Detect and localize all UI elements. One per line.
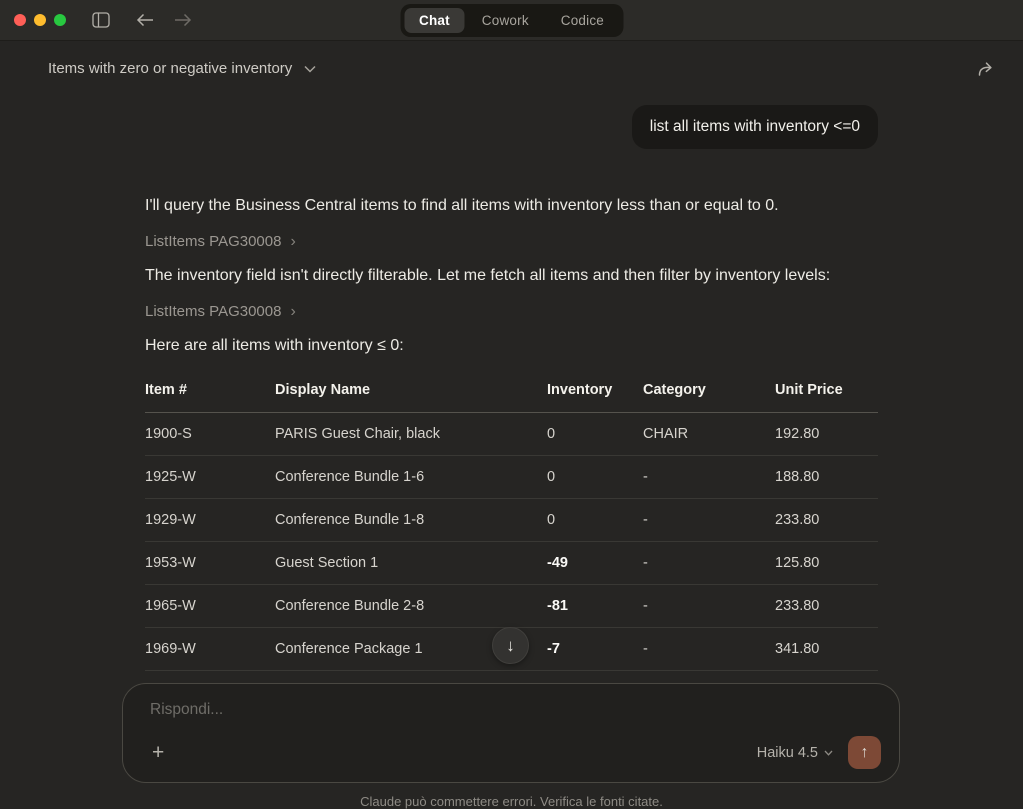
tab-cowork[interactable]: Cowork (467, 8, 544, 33)
col-header-unit-price: Unit Price (775, 382, 878, 413)
chat-header: Items with zero or negative inventory (0, 41, 1023, 96)
cell-price: 188.80 (775, 456, 878, 499)
cell-name: PARIS Guest Chair, black (275, 413, 547, 456)
col-header-inventory: Inventory (547, 382, 643, 413)
col-header-item: Item # (145, 382, 275, 413)
window-titlebar: Chat Cowork Codice (0, 0, 1023, 41)
model-selector[interactable]: Haiku 4.5 (757, 745, 833, 761)
chevron-down-icon (824, 750, 833, 756)
message-composer[interactable]: Rispondi... + Haiku 4.5 ↑ (122, 683, 900, 783)
send-button[interactable]: ↑ (848, 736, 881, 769)
attach-plus-button[interactable]: + (150, 741, 166, 765)
cell-category: - (643, 542, 775, 585)
cell-inventory: 0 (547, 499, 643, 542)
chevron-right-icon: › (290, 234, 295, 250)
cell-price: 125.80 (775, 542, 878, 585)
cell-category: - (643, 585, 775, 628)
minimize-button[interactable] (34, 14, 46, 26)
col-header-display-name: Display Name (275, 382, 547, 413)
cell-inventory-negative: -7 (547, 628, 643, 671)
assistant-paragraph: I'll query the Business Central items to… (145, 195, 878, 216)
cell-category: - (643, 628, 775, 671)
down-arrow-icon: ↓ (506, 636, 515, 656)
conversation-title-dropdown[interactable]: Items with zero or negative inventory (48, 60, 316, 77)
chevron-down-icon (304, 65, 316, 73)
traffic-lights (14, 14, 66, 26)
cell-price: 192.80 (775, 413, 878, 456)
cell-category: - (643, 499, 775, 542)
cell-item: 1929-W (145, 499, 275, 542)
assistant-paragraph: Here are all items with inventory ≤ 0: (145, 335, 878, 356)
cell-item: 1953-W (145, 542, 275, 585)
cell-name: Conference Bundle 1-8 (275, 499, 547, 542)
tool-call-listitems-1[interactable]: ListItems PAG30008 › (145, 233, 296, 250)
forward-arrow-icon[interactable] (173, 13, 192, 27)
cell-item: 1900-S (145, 413, 275, 456)
close-button[interactable] (14, 14, 26, 26)
cell-inventory-negative: -81 (547, 585, 643, 628)
tool-call-label: ListItems PAG30008 (145, 303, 281, 320)
cell-name: Conference Bundle 2-8 (275, 585, 547, 628)
conversation-title: Items with zero or negative inventory (48, 60, 292, 77)
tool-call-label: ListItems PAG30008 (145, 233, 281, 250)
back-arrow-icon[interactable] (136, 13, 155, 27)
cell-item: 1925-W (145, 456, 275, 499)
tab-codice[interactable]: Codice (546, 8, 619, 33)
model-name: Haiku 4.5 (757, 745, 818, 761)
cell-inventory: 0 (547, 413, 643, 456)
cell-price: 341.80 (775, 628, 878, 671)
chevron-right-icon: › (290, 304, 295, 320)
tool-call-listitems-2[interactable]: ListItems PAG30008 › (145, 303, 296, 320)
cell-inventory-negative: -49 (547, 542, 643, 585)
col-header-category: Category (643, 382, 775, 413)
assistant-paragraph: The inventory field isn't directly filte… (145, 265, 878, 286)
table-header-row: Item # Display Name Inventory Category U… (145, 382, 878, 413)
cell-name: Conference Bundle 1-6 (275, 456, 547, 499)
zoom-button[interactable] (54, 14, 66, 26)
table-row: 1929-W Conference Bundle 1-8 0 - 233.80 (145, 499, 878, 542)
cell-category: - (643, 456, 775, 499)
table-row: 1925-W Conference Bundle 1-6 0 - 188.80 (145, 456, 878, 499)
cell-category: CHAIR (643, 413, 775, 456)
composer-input[interactable]: Rispondi... (150, 701, 881, 719)
table-row: 1900-S PARIS Guest Chair, black 0 CHAIR … (145, 413, 878, 456)
chat-scroll-area: list all items with inventory <=0 I'll q… (0, 96, 1023, 671)
tab-chat[interactable]: Chat (404, 8, 465, 33)
cell-price: 233.80 (775, 585, 878, 628)
scroll-to-bottom-button[interactable]: ↓ (492, 627, 529, 664)
sidebar-toggle-icon[interactable] (92, 12, 110, 28)
disclaimer-text: Claude può commettere errori. Verifica l… (0, 794, 1023, 809)
cell-inventory: 0 (547, 456, 643, 499)
cell-item: 1969-W (145, 628, 275, 671)
cell-item: 1965-W (145, 585, 275, 628)
up-arrow-icon: ↑ (861, 744, 869, 762)
share-icon[interactable] (976, 59, 997, 79)
cell-price: 233.80 (775, 499, 878, 542)
cell-name: Guest Section 1 (275, 542, 547, 585)
table-row: 1965-W Conference Bundle 2-8 -81 - 233.8… (145, 585, 878, 628)
user-message-bubble: list all items with inventory <=0 (632, 105, 878, 149)
mode-tabs: Chat Cowork Codice (400, 4, 623, 37)
table-row: 1953-W Guest Section 1 -49 - 125.80 (145, 542, 878, 585)
